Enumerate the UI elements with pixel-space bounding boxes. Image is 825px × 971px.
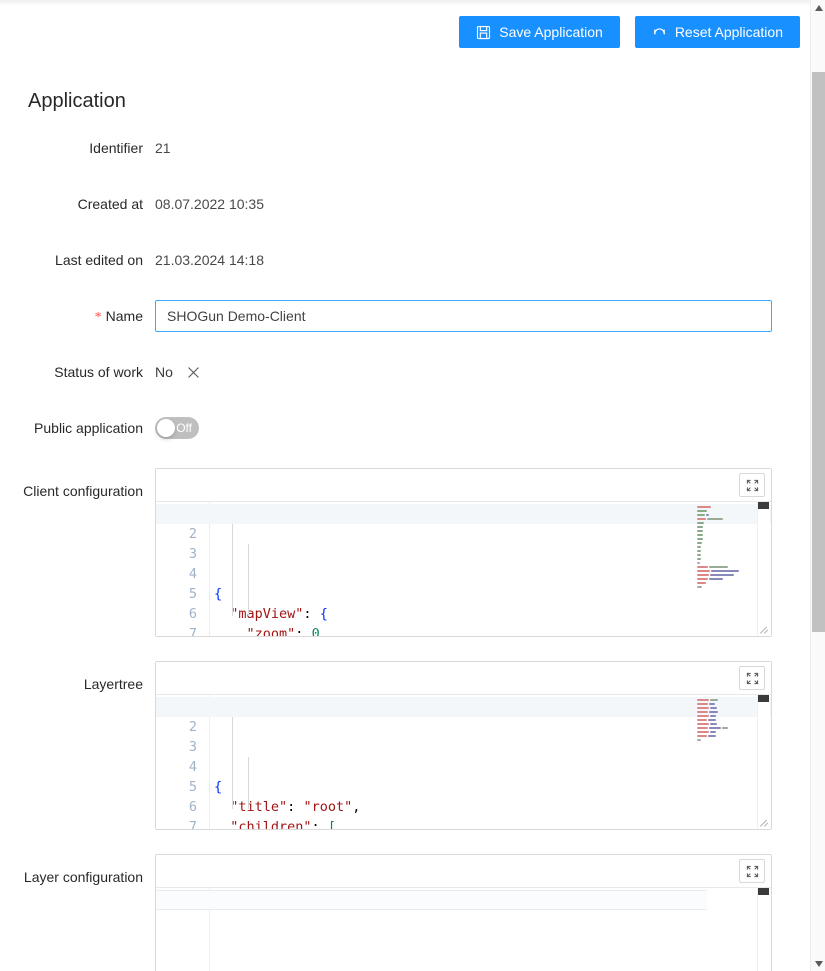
client-configuration-editor[interactable]: 1234567 { "mapView": { "zoom": 0, "cente… [155, 468, 772, 637]
field-row-public-application: Public application Off [0, 412, 810, 444]
layer-configuration-editor-toolbar [156, 855, 771, 888]
undo-reset-icon [652, 25, 667, 40]
application-form: Identifier 21 Created at 08.07.2022 10:3… [0, 132, 810, 971]
client-configuration-label: Client configuration [23, 483, 143, 499]
layertree-code-area[interactable]: 1234567 { "title": "root", "children": [… [156, 695, 771, 829]
client-configuration-editor-toolbar [156, 469, 771, 502]
page-scroll-container: Save Application Reset Application Appli… [0, 0, 810, 971]
client-configuration-code-area[interactable]: 1234567 { "mapView": { "zoom": 0, "cente… [156, 502, 771, 636]
field-row-identifier: Identifier 21 [0, 132, 810, 164]
layertree-editor-toolbar [156, 662, 771, 695]
public-application-label: Public application [34, 420, 143, 436]
layer-configuration-scrollbar[interactable] [757, 888, 770, 971]
scrollbar-thumb[interactable] [758, 888, 769, 895]
reset-application-button[interactable]: Reset Application [634, 16, 800, 48]
save-application-label: Save Application [499, 24, 603, 40]
layertree-scrollbar[interactable] [757, 695, 770, 829]
layertree-label: Layertree [83, 676, 143, 692]
field-row-status-of-work: Status of work No [0, 356, 810, 388]
layer-configuration-editor[interactable]: 1 [155, 854, 772, 971]
field-row-layer-configuration: Layer configuration 1 [0, 854, 810, 971]
reset-application-label: Reset Application [674, 24, 783, 40]
layer-configuration-code[interactable] [210, 888, 771, 971]
scrollbar-thumb[interactable] [758, 502, 769, 509]
name-input[interactable] [155, 300, 772, 332]
expand-fullscreen-icon[interactable] [739, 666, 765, 690]
public-application-toggle[interactable]: Off [155, 417, 199, 439]
chevron-down-icon[interactable] [811, 956, 825, 971]
scrollbar-thumb[interactable] [812, 72, 825, 632]
layertree-resize-handle[interactable] [758, 816, 770, 828]
status-of-work-label: Status of work [54, 364, 143, 380]
toggle-state-label: Off [176, 421, 192, 435]
layer-configuration-label: Layer configuration [23, 869, 143, 885]
identifier-label: Identifier [89, 140, 143, 156]
close-x-icon[interactable] [187, 366, 200, 379]
created-at-label: Created at [77, 196, 143, 212]
field-row-created-at: Created at 08.07.2022 10:35 [0, 188, 810, 220]
name-label-text: Name [105, 308, 143, 324]
save-application-button[interactable]: Save Application [459, 16, 620, 48]
browser-scrollbar[interactable] [810, 0, 825, 971]
page-title: Application [28, 90, 126, 112]
layertree-editor[interactable]: 1234567 { "title": "root", "children": [… [155, 661, 772, 830]
layer-configuration-code-area[interactable]: 1 [156, 888, 771, 971]
field-row-name: * Name [0, 300, 810, 332]
toggle-knob [157, 419, 175, 437]
top-edge-shadow [0, 0, 810, 6]
client-configuration-scrollbar[interactable] [757, 502, 770, 636]
required-marker: * [94, 310, 102, 325]
action-toolbar: Save Application Reset Application [459, 16, 800, 48]
layertree-code[interactable]: { "title": "root", "children": [ { "chec… [210, 695, 771, 829]
field-row-layertree: Layertree 1234567 [0, 661, 810, 830]
field-row-last-edited: Last edited on 21.03.2024 14:18 [0, 244, 810, 276]
client-configuration-code[interactable]: { "mapView": { "zoom": 0, "center": [ 10… [210, 502, 771, 636]
client-configuration-resize-handle[interactable] [758, 623, 770, 635]
save-floppy-icon [476, 25, 491, 40]
field-row-client-configuration: Client configuration 1234567 [0, 468, 810, 637]
created-at-value: 08.07.2022 10:35 [155, 196, 264, 212]
last-edited-label: Last edited on [55, 252, 143, 268]
scrollbar-thumb[interactable] [758, 695, 769, 702]
status-of-work-value: No [155, 364, 173, 380]
expand-fullscreen-icon[interactable] [739, 473, 765, 497]
name-label: * Name [0, 300, 155, 332]
last-edited-value: 21.03.2024 14:18 [155, 252, 264, 268]
identifier-value: 21 [155, 140, 171, 156]
expand-fullscreen-icon[interactable] [739, 859, 765, 883]
chevron-up-icon[interactable] [811, 0, 825, 15]
